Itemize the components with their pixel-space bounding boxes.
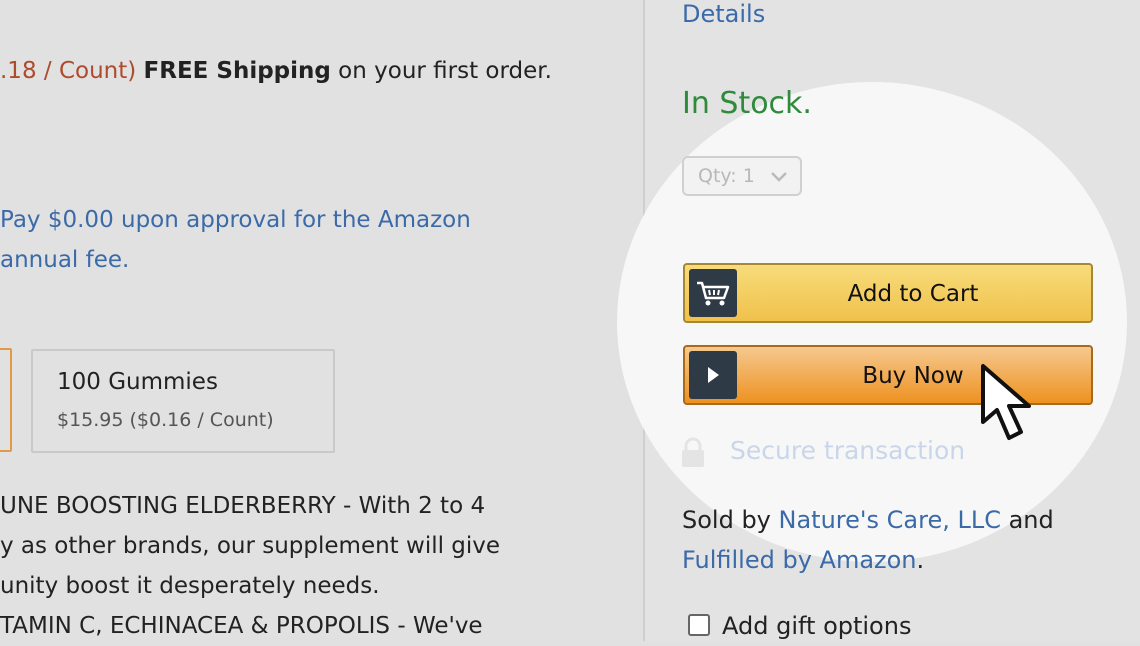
credit-card-promo[interactable]: Pay $0.00 upon approval for the Amazon a… xyxy=(0,200,471,280)
promo-line-2[interactable]: annual fee. xyxy=(0,240,471,280)
mouse-pointer-icon xyxy=(981,364,1031,440)
description-line: UNE BOOSTING ELDERBERRY - With 2 to 4 xyxy=(0,493,486,519)
lock-icon xyxy=(682,437,704,467)
product-description: UNE BOOSTING ELDERBERRY - With 2 to 4 y … xyxy=(0,486,500,646)
secure-transaction-link[interactable]: Secure transaction xyxy=(730,436,965,465)
description-line: y as other brands, our supplement will g… xyxy=(0,533,501,559)
description-line: unity boost it desperately needs. xyxy=(0,573,380,599)
option-100-gummies[interactable]: 100 Gummies $15.95 ($0.16 / Count) xyxy=(31,349,335,453)
sold-by-prefix: Sold by xyxy=(682,506,779,534)
fulfilled-period: . xyxy=(916,546,925,574)
gift-options-text: Add gift options xyxy=(722,612,912,640)
sold-by-and: and xyxy=(1000,506,1054,534)
shipping-line: .18 / Count) FREE Shipping on your first… xyxy=(0,58,552,84)
seller-info: Sold by Nature's Care, LLC and Fulfilled… xyxy=(682,500,1054,580)
add-to-cart-button[interactable]: Add to Cart xyxy=(683,263,1093,323)
unit-price-fragment: .18 / Count) xyxy=(0,58,137,84)
option-title: 100 Gummies xyxy=(57,369,218,395)
details-link[interactable]: Details xyxy=(682,0,765,28)
stock-status: In Stock. xyxy=(682,86,812,121)
gift-options-label[interactable]: Add gift options xyxy=(686,612,911,640)
shipping-rest: on your first order. xyxy=(330,58,552,84)
promo-line-1[interactable]: Pay $0.00 upon approval for the Amazon xyxy=(0,200,471,240)
free-shipping-label: FREE Shipping xyxy=(143,58,331,84)
fulfilled-by-link[interactable]: Fulfilled by Amazon xyxy=(682,546,917,574)
description-line: TAMIN C, ECHINACEA & PROPOLIS - We've xyxy=(0,613,483,639)
option-price: $15.95 ($0.16 / Count) xyxy=(57,409,274,431)
sold-by-line: Sold by Nature's Care, LLC and xyxy=(682,500,1054,540)
option-selected-partial[interactable] xyxy=(0,348,12,452)
seller-link[interactable]: Nature's Care, LLC xyxy=(779,506,1001,534)
add-to-cart-label: Add to Cart xyxy=(847,281,979,307)
chevron-down-icon xyxy=(771,172,787,182)
quantity-value: Qty: 1 xyxy=(698,165,755,187)
fulfilled-by-line: Fulfilled by Amazon. xyxy=(682,540,1054,580)
quantity-select[interactable]: Qty: 1 xyxy=(682,156,802,196)
